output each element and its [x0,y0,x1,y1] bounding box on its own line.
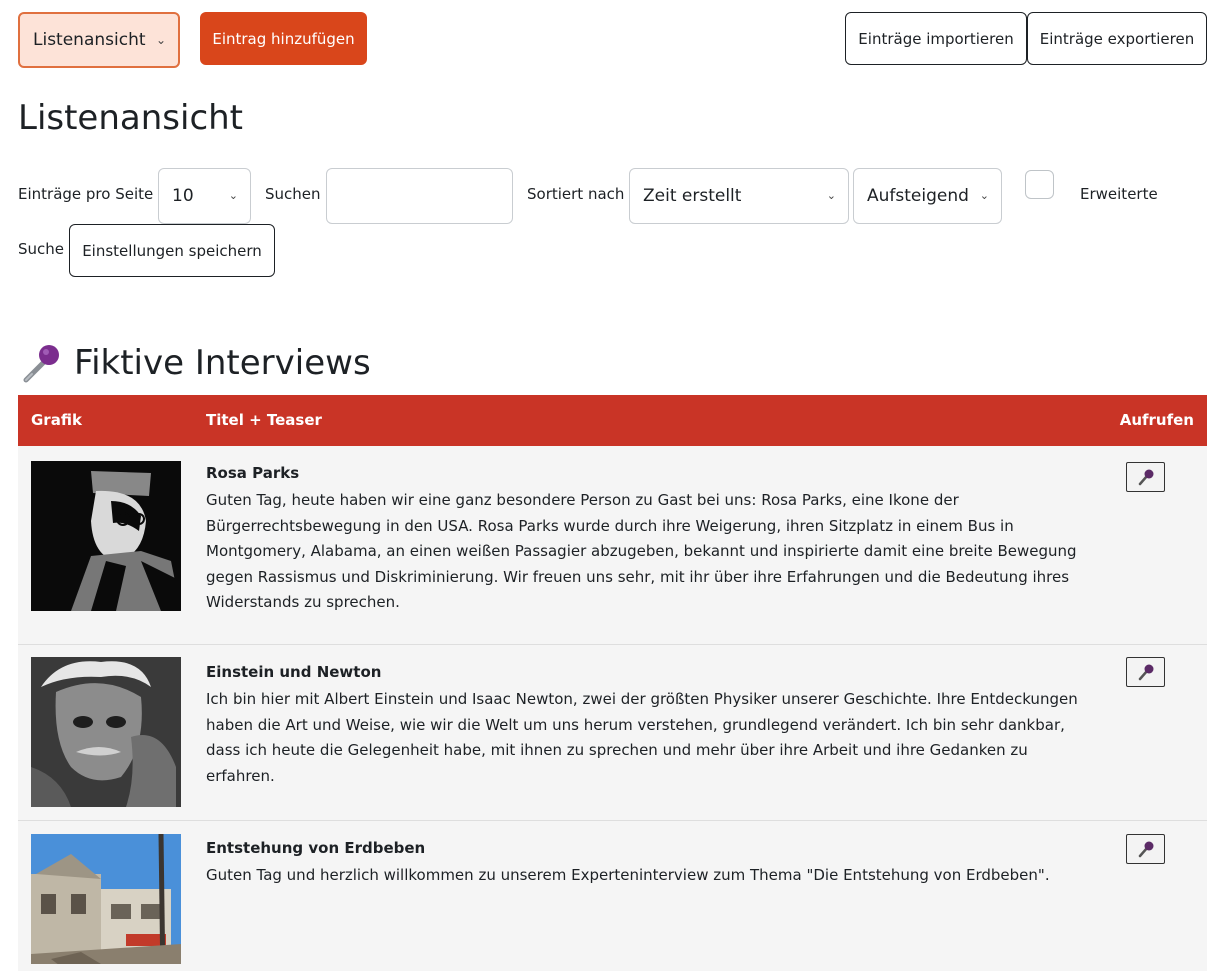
microphone-icon [1138,841,1153,858]
open-interview-button[interactable] [1126,657,1165,687]
table-header: Grafik Titel + Teaser Aufrufen [18,395,1207,446]
save-settings-label: Einstellungen speichern [82,241,262,260]
column-header-graphic: Grafik [31,411,82,429]
advanced-search-label-2: Suche [18,240,65,258]
export-entries-label: Einträge exportieren [1039,29,1195,48]
chevron-down-icon: ⌄ [228,189,238,202]
search-input[interactable] [326,168,513,224]
order-select[interactable]: Aufsteigend ⌄ [853,168,1002,224]
table-row: Einstein und Newton Ich bin hier mit Alb… [18,645,1207,821]
export-entries-button[interactable]: Einträge exportieren [1027,12,1207,65]
search-label: Suchen [265,185,321,203]
section-heading: Fiktive Interviews [22,342,371,384]
einstein-thumbnail [31,657,181,807]
advanced-search-label: Erweiterte [1080,185,1158,203]
entry-title: Rosa Parks [206,464,300,482]
entry-teaser: Guten Tag, heute haben wir eine ganz bes… [206,491,1077,612]
sort-value: Zeit erstellt [643,186,742,206]
per-page-label: Einträge pro Seite [18,185,154,203]
add-entry-button[interactable]: Eintrag hinzufügen [200,12,367,65]
advanced-search-checkbox[interactable] [1025,170,1054,199]
entry-title: Einstein und Newton [206,663,382,681]
sort-label: Sortiert nach [527,185,625,203]
microphone-icon [1138,469,1153,486]
column-header-title-teaser: Titel + Teaser [206,411,322,429]
add-entry-label: Eintrag hinzufügen [212,29,355,48]
order-value: Aufsteigend [867,186,969,206]
rosa-parks-thumbnail [31,461,181,611]
open-interview-button[interactable] [1126,462,1165,492]
entry-teaser: Guten Tag und herzlich willkommen zu uns… [206,866,1050,884]
view-select-label: Listenansicht [33,30,146,50]
table-row: Entstehung von Erdbeben Guten Tag und he… [18,821,1207,971]
per-page-value: 10 [172,186,194,206]
view-select[interactable]: Listenansicht ⌄ [18,12,180,68]
earthquake-thumbnail [31,834,181,964]
page-title: Listenansicht [18,98,244,138]
chevron-down-icon: ⌄ [826,189,836,202]
table-row: Rosa Parks Guten Tag, heute haben wir ei… [18,446,1207,645]
section-title: Fiktive Interviews [74,343,371,383]
entry-teaser: Ich bin hier mit Albert Einstein und Isa… [206,690,1078,785]
entries-table: Grafik Titel + Teaser Aufrufen Rosa Park… [18,395,1207,971]
column-header-open: Aufrufen [1119,411,1194,429]
entry-title: Entstehung von Erdbeben [206,839,426,857]
import-entries-label: Einträge importieren [858,29,1014,48]
chevron-down-icon: ⌄ [155,33,166,47]
open-interview-button[interactable] [1126,834,1165,864]
import-entries-button[interactable]: Einträge importieren [845,12,1027,65]
microphone-icon [23,345,59,383]
microphone-icon [1138,664,1153,681]
sort-select[interactable]: Zeit erstellt ⌄ [629,168,849,224]
chevron-down-icon: ⌄ [979,189,989,202]
save-settings-button[interactable]: Einstellungen speichern [69,224,275,277]
per-page-select[interactable]: 10 ⌄ [158,168,251,224]
